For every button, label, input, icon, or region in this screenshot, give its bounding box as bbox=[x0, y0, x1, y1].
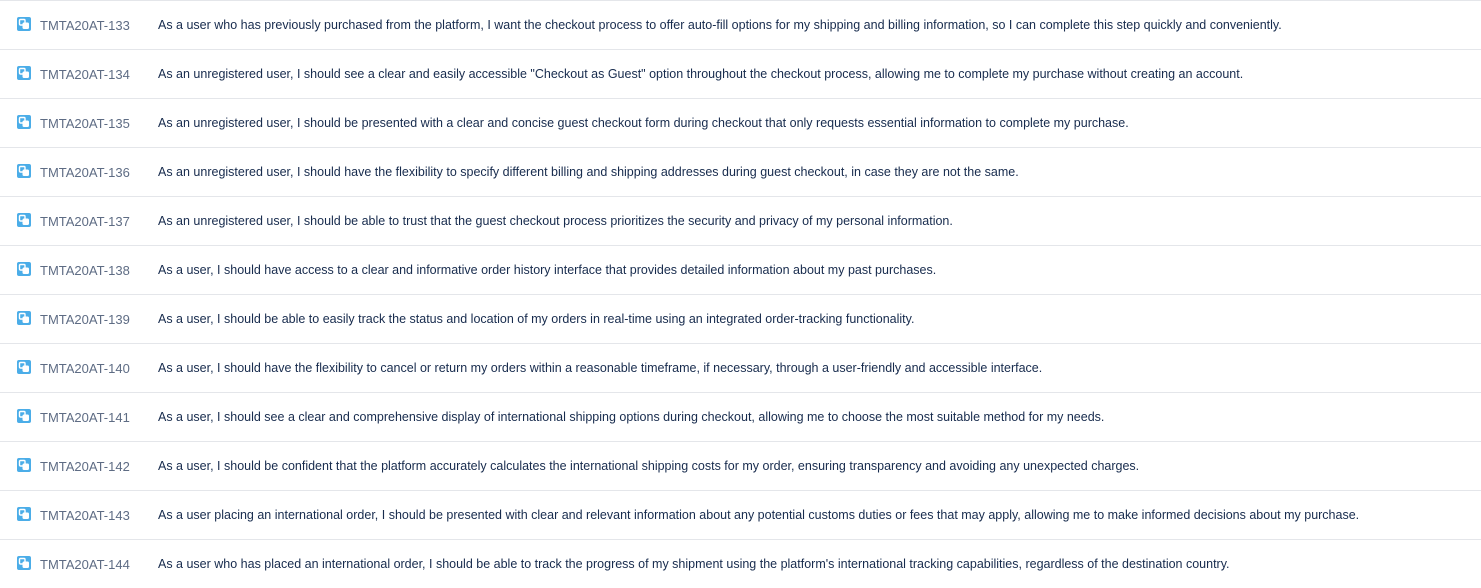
issue-key-link[interactable]: TMTA20AT-135 bbox=[40, 115, 130, 132]
issue-key-link[interactable]: TMTA20AT-144 bbox=[40, 556, 130, 573]
issue-key-link[interactable]: TMTA20AT-143 bbox=[40, 507, 130, 524]
issue-key-link[interactable]: TMTA20AT-141 bbox=[40, 409, 130, 426]
issue-row[interactable]: TMTA20AT-135 As an unregistered user, I … bbox=[0, 99, 1481, 148]
issue-row[interactable]: TMTA20AT-140 As a user, I should have th… bbox=[0, 344, 1481, 393]
subtask-icon bbox=[17, 311, 31, 325]
issue-summary: As a user placing an international order… bbox=[158, 508, 1360, 522]
issue-row[interactable]: TMTA20AT-143 As a user placing an intern… bbox=[0, 491, 1481, 540]
subtask-icon bbox=[17, 507, 31, 521]
issue-key-link[interactable]: TMTA20AT-137 bbox=[40, 213, 130, 230]
subtask-icon bbox=[17, 213, 31, 227]
issue-key-link[interactable]: TMTA20AT-133 bbox=[40, 17, 130, 34]
subtask-icon bbox=[17, 115, 31, 129]
issue-summary: As a user, I should have the flexibility… bbox=[158, 361, 1043, 375]
issue-key-link[interactable]: TMTA20AT-140 bbox=[40, 360, 130, 377]
subtask-icon bbox=[17, 164, 31, 178]
subtask-icon bbox=[17, 360, 31, 374]
issue-summary: As a user who has placed an internationa… bbox=[158, 557, 1230, 571]
issue-row[interactable]: TMTA20AT-144 As a user who has placed an… bbox=[0, 540, 1481, 588]
issue-summary: As a user, I should be able to easily tr… bbox=[158, 312, 915, 326]
issue-summary: As a user, I should have access to a cle… bbox=[158, 263, 937, 277]
issue-key-link[interactable]: TMTA20AT-134 bbox=[40, 66, 130, 83]
subtask-icon bbox=[17, 556, 31, 570]
issue-summary: As an unregistered user, I should be pre… bbox=[158, 116, 1129, 130]
subtask-icon bbox=[17, 409, 31, 423]
subtask-icon bbox=[17, 17, 31, 31]
issue-summary: As a user, I should see a clear and comp… bbox=[158, 410, 1105, 424]
issue-summary: As an unregistered user, I should see a … bbox=[158, 67, 1244, 81]
issue-row[interactable]: TMTA20AT-139 As a user, I should be able… bbox=[0, 295, 1481, 344]
issue-row[interactable]: TMTA20AT-138 As a user, I should have ac… bbox=[0, 246, 1481, 295]
issue-summary: As an unregistered user, I should be abl… bbox=[158, 214, 953, 228]
issue-key-link[interactable]: TMTA20AT-138 bbox=[40, 262, 130, 279]
issue-summary: As a user, I should be confident that th… bbox=[158, 459, 1140, 473]
issue-row[interactable]: TMTA20AT-141 As a user, I should see a c… bbox=[0, 393, 1481, 442]
issue-row[interactable]: TMTA20AT-133 As a user who has previousl… bbox=[0, 1, 1481, 50]
issue-row[interactable]: TMTA20AT-137 As an unregistered user, I … bbox=[0, 197, 1481, 246]
subtask-icon bbox=[17, 262, 31, 276]
issue-key-link[interactable]: TMTA20AT-136 bbox=[40, 164, 130, 181]
subtask-icon bbox=[17, 458, 31, 472]
issue-key-link[interactable]: TMTA20AT-139 bbox=[40, 311, 130, 328]
issue-key-link[interactable]: TMTA20AT-142 bbox=[40, 458, 130, 475]
issue-row[interactable]: TMTA20AT-142 As a user, I should be conf… bbox=[0, 442, 1481, 491]
issue-summary: As an unregistered user, I should have t… bbox=[158, 165, 1019, 179]
issue-summary: As a user who has previously purchased f… bbox=[158, 18, 1282, 32]
subtask-icon bbox=[17, 66, 31, 80]
issue-row[interactable]: TMTA20AT-136 As an unregistered user, I … bbox=[0, 148, 1481, 197]
issue-list: TMTA20AT-133 As a user who has previousl… bbox=[0, 0, 1481, 588]
issue-row[interactable]: TMTA20AT-134 As an unregistered user, I … bbox=[0, 50, 1481, 99]
